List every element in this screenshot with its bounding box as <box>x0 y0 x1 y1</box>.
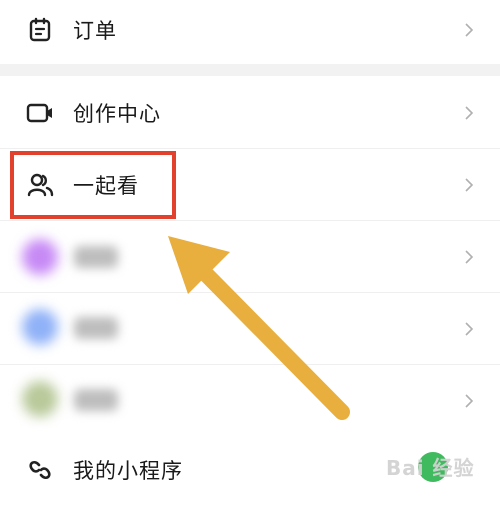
annotation-arrow-icon <box>168 236 350 420</box>
watermark: Bai 经验 <box>386 456 475 480</box>
